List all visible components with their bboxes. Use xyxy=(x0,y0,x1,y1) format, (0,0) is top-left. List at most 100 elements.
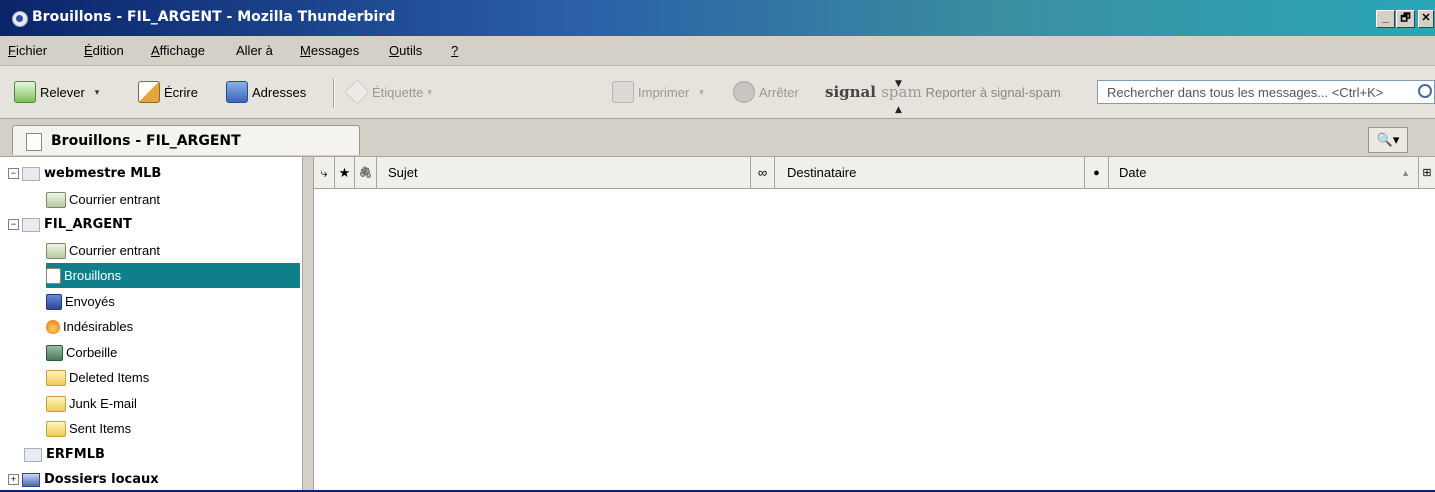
folder-account-erfmlb[interactable]: ERFMLB xyxy=(24,442,300,467)
junk-status-icon: ∞ xyxy=(757,165,768,180)
account-icon xyxy=(22,217,40,232)
reporter-label: Reporter à signal-spam xyxy=(925,84,1061,100)
trash-icon xyxy=(46,344,63,361)
tab-strip: Brouillons - FIL_ARGENT 🔍▾ xyxy=(0,119,1435,157)
read-status-icon: ● xyxy=(1093,166,1100,179)
attachment-column[interactable]: 🖇 xyxy=(355,157,377,188)
ecrire-button[interactable]: Écrire xyxy=(138,80,198,104)
menu-edition[interactable]: Édition xyxy=(84,43,124,58)
chevron-down-icon[interactable]: ▾ xyxy=(699,87,704,98)
drafts-icon xyxy=(46,267,61,284)
recipient-column[interactable]: Destinataire xyxy=(775,157,1085,188)
imprimer-button[interactable]: Imprimer ▾ xyxy=(612,80,704,104)
date-label: Date xyxy=(1119,165,1147,180)
folder-sent-items[interactable]: Sent Items xyxy=(46,416,300,441)
toolbar-separator xyxy=(333,78,335,108)
ecrire-label: Écrire xyxy=(164,84,198,100)
etiquette-button[interactable]: Étiquette ▾ xyxy=(344,79,432,105)
title-bar[interactable]: Brouillons - FIL_ARGENT - Mozilla Thunde… xyxy=(0,0,1435,36)
folder-inbox[interactable]: Courrier entrant xyxy=(46,238,300,263)
junk-status-column[interactable]: ∞ xyxy=(751,157,775,188)
relever-label: Relever xyxy=(40,84,85,100)
folder-trash[interactable]: Corbeille xyxy=(46,340,300,365)
folder-junk[interactable]: Indésirables xyxy=(46,314,300,339)
folder-label: ERFMLB xyxy=(46,447,105,462)
folder-account-fil-argent[interactable]: − FIL_ARGENT xyxy=(8,212,300,237)
folder-label: Junk E-mail xyxy=(69,396,137,411)
thread-icon: ⤷ xyxy=(320,164,328,180)
collapse-icon[interactable]: − xyxy=(8,168,19,179)
folder-label: Corbeille xyxy=(66,345,118,360)
search-placeholder: Rechercher dans tous les messages... <Ct… xyxy=(1107,85,1384,100)
inbox-icon xyxy=(46,242,66,259)
folder-junk-email[interactable]: Junk E-mail xyxy=(46,391,300,416)
relever-button[interactable]: Relever ▾ xyxy=(14,80,99,104)
adresses-label: Adresses xyxy=(252,84,307,100)
folder-deleted-items[interactable]: Deleted Items xyxy=(46,365,300,390)
folder-icon xyxy=(46,395,66,412)
adresses-button[interactable]: Adresses xyxy=(226,80,306,104)
menu-outils[interactable]: Outils xyxy=(389,43,422,58)
search-icon[interactable] xyxy=(1418,84,1432,98)
menu-fichier[interactable]: Fichier xyxy=(8,43,47,58)
expand-icon[interactable]: + xyxy=(8,474,19,485)
minimize-button[interactable]: _ xyxy=(1376,10,1395,28)
thunderbird-app-icon xyxy=(12,11,28,27)
sort-ascending-icon: ▲ xyxy=(1401,167,1410,178)
main-toolbar: Relever ▾ Écrire Adresses Étiquette ▾ Im… xyxy=(0,66,1435,119)
attachment-icon: 🖇 xyxy=(358,167,373,179)
folder-label: Sent Items xyxy=(69,421,132,436)
junk-flame-icon xyxy=(46,319,60,334)
collapse-icon[interactable]: − xyxy=(8,219,19,230)
folder-drafts[interactable]: Brouillons xyxy=(46,263,300,288)
stop-icon xyxy=(733,81,755,103)
window-title: Brouillons - FIL_ARGENT - Mozilla Thunde… xyxy=(32,9,396,25)
maximize-button[interactable]: 🗗 xyxy=(1396,10,1415,28)
chevron-down-icon[interactable]: ▾ xyxy=(95,87,100,98)
subject-label: Sujet xyxy=(388,165,418,180)
get-mail-icon xyxy=(14,81,36,103)
folder-pane: − webmestre MLB Courrier entrant − FIL_A… xyxy=(0,157,303,490)
folder-local-folders[interactable]: + Dossiers locaux xyxy=(8,467,300,492)
folder-label: FIL_ARGENT xyxy=(44,217,132,232)
drafts-icon xyxy=(26,133,42,151)
subject-column[interactable]: Sujet xyxy=(377,157,751,188)
folder-label: Indésirables xyxy=(63,319,134,334)
thread-pane: ⤷ ★ 🖇 Sujet ∞ Destinataire ● Date ▲ ⊞ xyxy=(314,157,1435,490)
date-column[interactable]: Date ▲ xyxy=(1109,157,1419,188)
local-computer-icon xyxy=(22,472,40,487)
tab-brouillons[interactable]: Brouillons - FIL_ARGENT xyxy=(12,125,360,155)
inbox-icon xyxy=(46,191,66,208)
menu-messages[interactable]: Messages xyxy=(300,43,359,58)
folder-inbox[interactable]: Courrier entrant xyxy=(46,187,300,212)
star-column[interactable]: ★ xyxy=(335,157,355,188)
chevron-down-icon[interactable]: ▾ xyxy=(427,87,432,98)
tab-label: Brouillons - FIL_ARGENT xyxy=(51,133,241,149)
folder-account-webmestre[interactable]: − webmestre MLB xyxy=(8,161,300,186)
signal-spam-logo: signal spam ▼ ▲ xyxy=(825,79,922,115)
read-status-column[interactable]: ● xyxy=(1085,157,1109,188)
thread-column[interactable]: ⤷ xyxy=(314,157,335,188)
folder-label: webmestre MLB xyxy=(44,166,162,181)
menu-bar: Fichier Édition Affichage Aller à Messag… xyxy=(0,37,1435,66)
menu-help[interactable]: ? xyxy=(451,43,458,58)
menu-affichage[interactable]: Affichage xyxy=(151,43,205,58)
pane-splitter[interactable] xyxy=(303,157,314,490)
close-button[interactable]: ✕ xyxy=(1418,10,1434,28)
column-picker-icon: ⊞ xyxy=(1422,167,1432,179)
column-picker[interactable]: ⊞ xyxy=(1419,157,1435,188)
quick-search-button[interactable]: 🔍▾ xyxy=(1368,127,1408,153)
search-input[interactable]: Rechercher dans tous les messages... <Ct… xyxy=(1097,80,1435,104)
folder-sent[interactable]: Envoyés xyxy=(46,289,300,314)
sent-icon xyxy=(46,293,62,310)
folder-label: Envoyés xyxy=(65,294,115,309)
signal-spam-button[interactable]: signal spam ▼ ▲ Reporter à signal-spam xyxy=(825,79,1061,115)
folder-label: Deleted Items xyxy=(69,370,150,385)
etiquette-label: Étiquette xyxy=(372,84,424,100)
folder-icon xyxy=(46,369,66,386)
signal-arrows-icon: ▼ ▲ xyxy=(895,79,902,115)
arreter-button[interactable]: Arrêter xyxy=(733,80,799,104)
menu-aller-a[interactable]: Aller à xyxy=(236,43,273,58)
folder-icon xyxy=(46,420,66,437)
write-icon xyxy=(138,81,160,103)
